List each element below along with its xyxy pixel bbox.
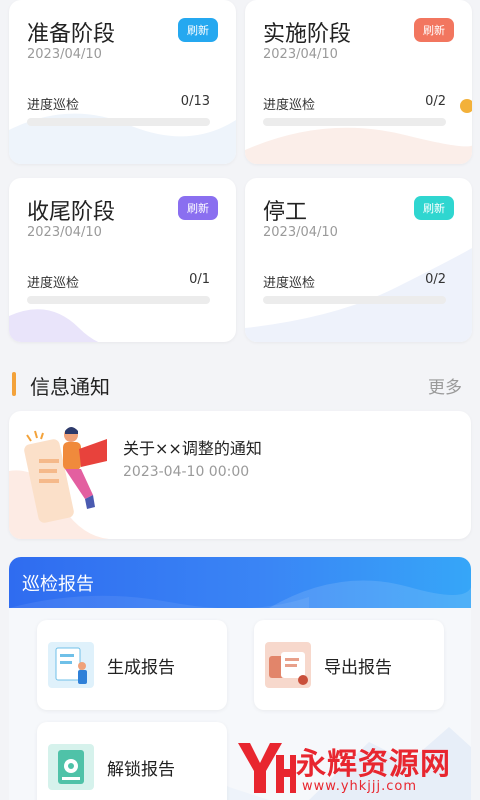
more-link[interactable]: 更多 <box>428 373 462 398</box>
site-watermark: 永辉资源网 www.yhkjjj.com <box>232 735 480 800</box>
progress-label: 进度巡检 <box>27 98 80 113</box>
stage-date: 2023/04/10 <box>263 47 338 62</box>
stage-card-prepare[interactable]: 准备阶段 2023/04/10 刷新 进度巡检 0/13 <box>9 0 236 164</box>
notice-item[interactable]: 关于××调整的通知 2023-04-10 00:00 <box>9 411 471 539</box>
progress-track <box>27 118 210 126</box>
stage-title: 停工 <box>263 200 308 225</box>
stage-card-suspended[interactable]: 停工 2023/04/10 刷新 进度巡检 0/2 <box>245 178 472 342</box>
refresh-button[interactable]: 刷新 <box>414 18 454 42</box>
progress-track <box>27 296 210 304</box>
document-person-icon <box>48 642 94 688</box>
button-label: 解锁报告 <box>107 760 175 780</box>
section-title: 信息通知 <box>30 375 110 399</box>
watermark-text: 永辉资源网 <box>296 747 451 782</box>
notice-time: 2023-04-10 00:00 <box>123 464 250 480</box>
generate-report-button[interactable]: 生成报告 <box>37 620 227 710</box>
stage-title: 准备阶段 <box>27 22 116 47</box>
yh-logo-icon <box>238 743 296 793</box>
progress-label: 进度巡检 <box>263 98 316 113</box>
unlock-report-icon <box>48 744 94 790</box>
stage-title: 实施阶段 <box>263 22 352 47</box>
refresh-button[interactable]: 刷新 <box>414 196 454 220</box>
progress-track <box>263 118 446 126</box>
notice-section-header: 信息通知 更多 <box>12 372 468 399</box>
refresh-button[interactable]: 刷新 <box>178 196 218 220</box>
button-label: 导出报告 <box>324 658 392 678</box>
report-title: 巡检报告 <box>22 574 94 595</box>
notice-title: 关于××调整的通知 <box>123 439 262 458</box>
section-accent-bar <box>12 372 16 396</box>
progress-value: 0/1 <box>189 272 210 287</box>
export-report-icon <box>265 642 311 688</box>
stage-date: 2023/04/10 <box>263 225 338 240</box>
stage-card-implement[interactable]: 实施阶段 2023/04/10 刷新 进度巡检 0/2 <box>245 0 472 164</box>
unlock-report-button[interactable]: 解锁报告 <box>37 722 227 800</box>
progress-value: 0/2 <box>425 94 446 109</box>
export-report-button[interactable]: 导出报告 <box>254 620 444 710</box>
reading-person-illustration <box>9 427 109 539</box>
button-label: 生成报告 <box>107 658 175 678</box>
refresh-button[interactable]: 刷新 <box>178 18 218 42</box>
stage-date: 2023/04/10 <box>27 47 102 62</box>
stage-card-finish[interactable]: 收尾阶段 2023/04/10 刷新 进度巡检 0/1 <box>9 178 236 342</box>
watermark-url: www.yhkjjj.com <box>302 779 418 794</box>
progress-label: 进度巡检 <box>263 276 316 291</box>
progress-value: 0/2 <box>425 272 446 287</box>
progress-label: 进度巡检 <box>27 276 80 291</box>
stage-title: 收尾阶段 <box>27 200 116 225</box>
progress-value: 0/13 <box>180 94 210 109</box>
stage-date: 2023/04/10 <box>27 225 102 240</box>
progress-track <box>263 296 446 304</box>
report-header: 巡检报告 <box>9 557 471 608</box>
